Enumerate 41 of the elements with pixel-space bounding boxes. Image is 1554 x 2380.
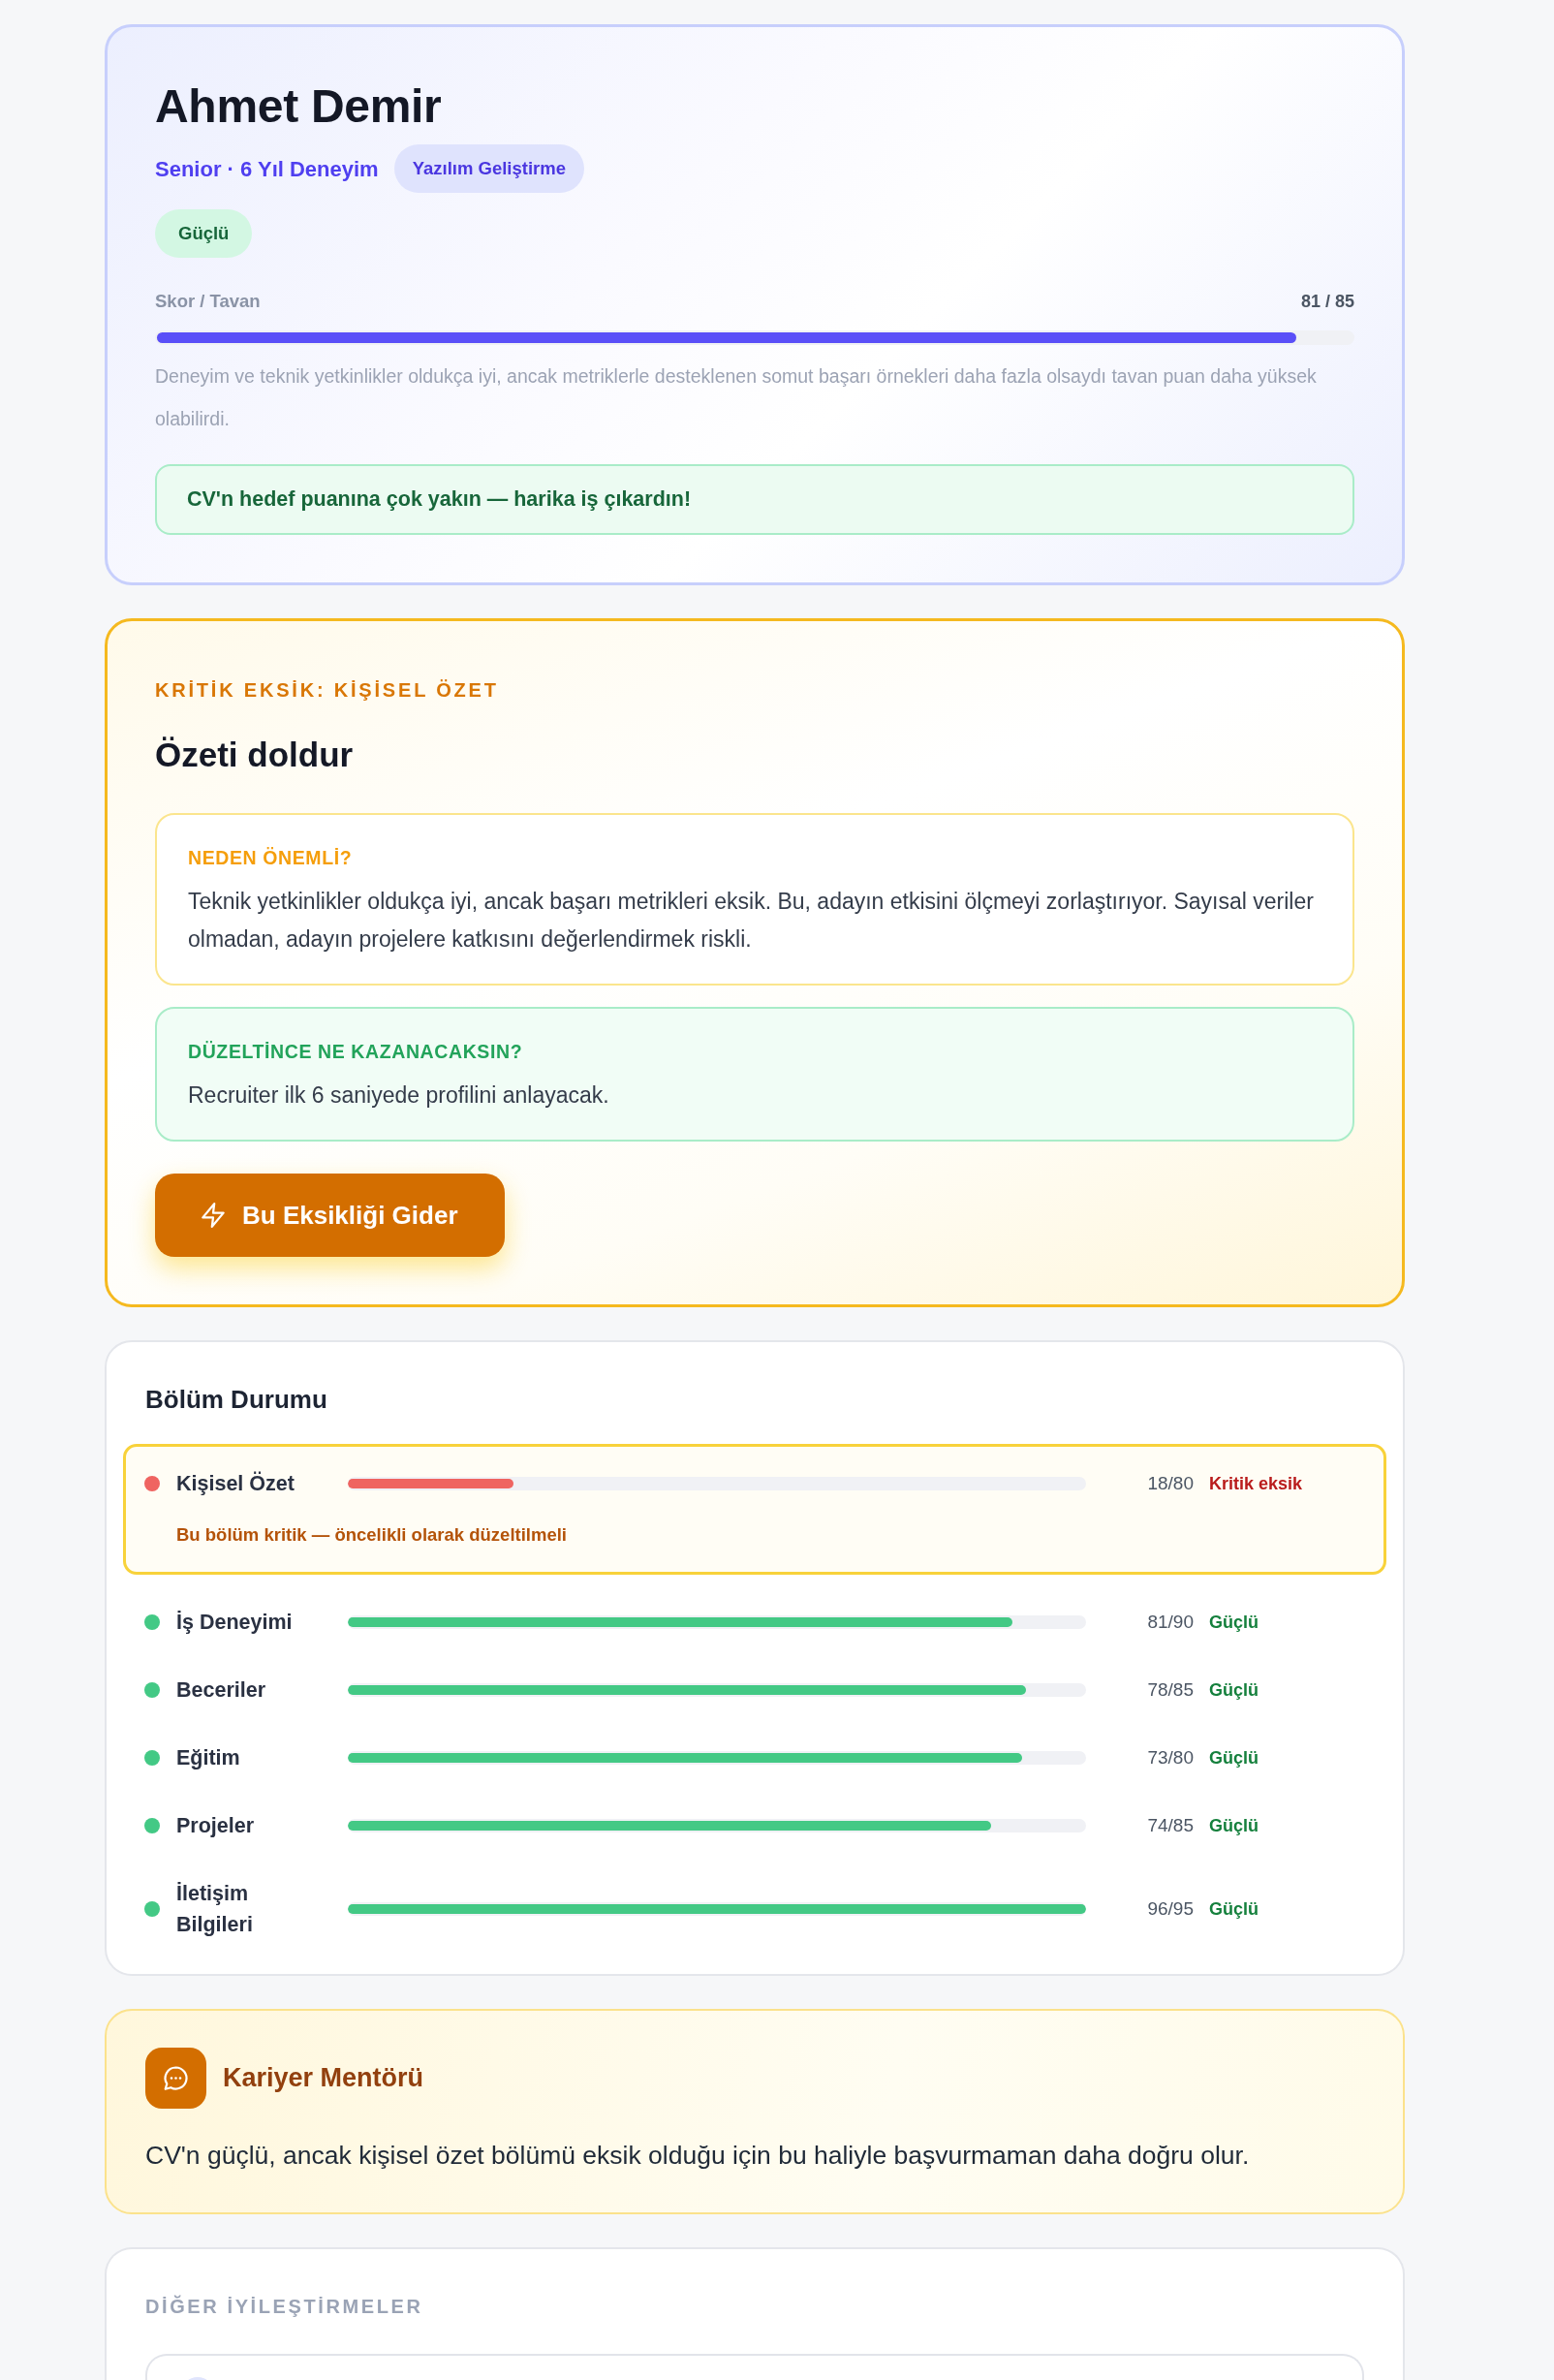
mentor-message: CV'n güçlü, ancak kişisel özet bölümü eksik olduğu için bu haliyle başvurmaman daha doğru olur. [145,2140,1251,2172]
chat-bubble-icon [145,2048,206,2109]
score-value: 81 / 85 [1300,291,1354,313]
lightning-icon [202,1203,225,1228]
success-message: CV'n hedef puanına çok yakın — harika iş çıkardın! [155,464,1354,535]
field-badge: Yazılım Geliştirme [393,144,585,193]
improvements-heading: DİĞER İYİLEŞTİRMELER [145,2294,424,2319]
section-name: Kişisel Özet [176,1470,295,1497]
section-status: Güçlü [1209,1897,1259,1921]
section-score: 96/95 [1146,1896,1194,1921]
rating-badge: Güçlü [155,209,253,258]
score-label: Skor / Tavan [155,290,261,313]
section-status: Güçlü [1209,1746,1259,1769]
section-score: 73/80 [1146,1745,1194,1769]
mentor-title: Kariyer Mentörü [223,2062,424,2095]
fix-gap-button[interactable]: Bu Eksikliği Gider [155,1174,505,1257]
section-score: 74/85 [1146,1813,1194,1837]
section-status: Kritik eksik [1209,1472,1304,1495]
section-name: Beceriler [176,1677,267,1704]
panel-label: NEDEN ÖNEMLİ? [188,846,354,869]
improvement-item-card[interactable] [145,2354,1364,2380]
panel-text: Recruiter ilk 6 saniyede profilini anlayacak. [188,1081,610,1110]
section-note: Bu bölüm kritik — öncelikli olarak düzeltilmeli [176,1523,568,1547]
candidate-name: Ahmet Demir [155,79,443,133]
section-score: 18/80 [1146,1471,1194,1495]
score-description: Deneyim ve teknik yetkinlikler oldukça iyi, ancak metriklerle desteklenen somut başarı örnekleri daha fazla olsaydı tavan puan daha yüksek olabilirdi. [155,364,1318,431]
section-status: Güçlü [1209,1678,1259,1702]
section-name: İletişim Bilgileri [176,1881,254,1938]
section-name: Eğitim [176,1745,241,1771]
panel-text: Teknik yetkinlikler oldukça iyi, ancak başarı metrikleri eksik. Bu, adayın etkisini ölçmeyi zorlaştırıyor. Sayısal veriler olmadan, adayın projelere katkısını değerlendirmek riskli. [188,888,1315,954]
section-score: 81/90 [1146,1610,1194,1634]
eyebrow-label: KRİTİK EKSİK: KİŞİSEL ÖZET [155,678,500,703]
section-name: Projeler [176,1813,256,1839]
section-heading: Bölüm Durumu [145,1385,328,1414]
section-score: 78/85 [1146,1677,1194,1702]
section-status: Güçlü [1209,1814,1259,1837]
panel-label: DÜZELTİNCE NE KAZANACAKSIN? [188,1040,524,1063]
section-status: Güçlü [1209,1611,1259,1634]
gap-title: Özeti doldur [155,735,355,774]
candidate-subtitle: Senior · 6 Yıl Deneyim [155,155,379,183]
section-name: İş Deneyimi [176,1610,294,1636]
